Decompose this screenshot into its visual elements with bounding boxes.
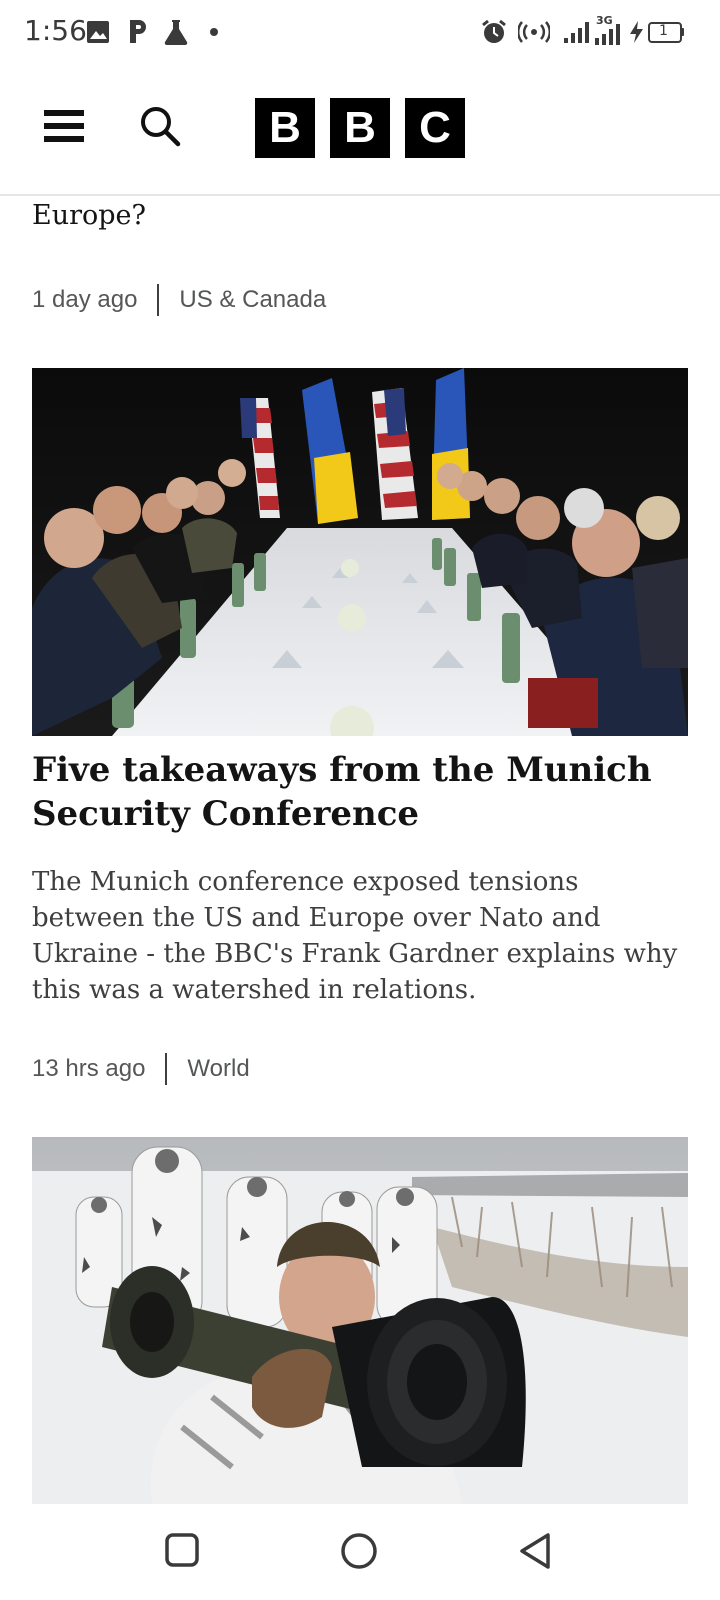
status-bar: 1:56 3G 1 [0,0,720,64]
p-app-icon [130,20,146,43]
logo-letter: C [405,98,465,158]
signal-3g-icon: 3G [594,14,624,46]
logo-letter: B [255,98,315,158]
recents-button[interactable] [164,1532,200,1568]
signal-icon [564,22,589,43]
menu-button[interactable] [44,110,84,146]
battery-icon: 1 [648,22,684,43]
home-button[interactable] [340,1532,378,1570]
alarm-icon [482,19,506,43]
dot-icon [210,28,218,36]
charging-icon [630,21,643,43]
bbc-logo[interactable]: B B C [255,98,465,158]
munich-conference-photo[interactable] [32,368,688,736]
article-title[interactable]: Five takeaways from the Munich Security … [32,748,692,836]
search-icon[interactable] [138,104,182,148]
article-time: 1 day ago [32,286,138,313]
logo-letter: B [330,98,390,158]
back-button[interactable] [518,1532,554,1570]
image-icon [87,21,109,43]
previous-article-meta: 1 day ago US & Canada [32,284,326,316]
soldiers-in-snow-photo[interactable] [32,1137,688,1504]
menu-icon-bar [44,123,84,129]
menu-icon-bar [44,136,84,142]
meta-divider [157,284,160,316]
previous-article-title[interactable]: Europe? [32,200,146,231]
article-time: 13 hrs ago [32,1055,146,1082]
article-section-link[interactable]: US & Canada [179,286,326,314]
app-header: B B C [0,64,720,196]
article-section-link[interactable]: World [187,1055,249,1083]
system-nav-bar [0,1504,720,1600]
menu-icon-bar [44,110,84,116]
hotspot-icon [518,21,550,43]
status-time: 1:56 [24,14,87,47]
article-meta: 13 hrs ago World [32,1053,250,1085]
flask-icon [164,20,188,46]
article-summary: The Munich conference exposed tensions b… [32,867,678,1005]
battery-level: 1 [659,23,668,39]
meta-divider [165,1053,168,1085]
